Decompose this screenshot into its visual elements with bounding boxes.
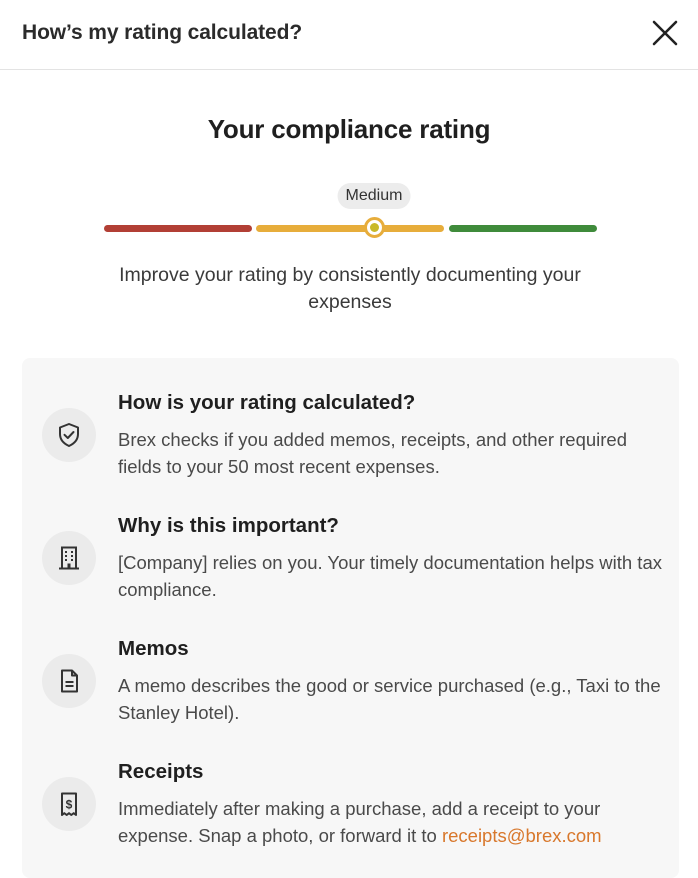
info-icon-wrapper <box>42 654 96 708</box>
document-icon <box>61 669 78 693</box>
info-item-body: Brex checks if you added memos, receipts… <box>118 429 628 477</box>
rating-level-badge: Medium <box>337 183 411 209</box>
building-icon <box>59 546 79 570</box>
modal-title: How’s my rating calculated? <box>22 21 303 44</box>
gauge-segment-low <box>104 225 252 232</box>
info-card: How is your rating calculated? Brex chec… <box>22 358 679 878</box>
info-icon-wrapper: $ <box>42 777 96 831</box>
gauge-segment-medium <box>256 225 444 232</box>
modal-header: How’s my rating calculated? <box>0 0 698 70</box>
info-item-title: Receipts <box>118 760 204 783</box>
shield-check-icon <box>59 423 79 447</box>
info-item-title: How is your rating calculated? <box>118 391 416 414</box>
svg-text:$: $ <box>66 798 73 812</box>
close-button[interactable] <box>650 18 680 48</box>
info-icon-wrapper <box>42 408 96 462</box>
gauge-segment-high <box>449 225 597 232</box>
close-icon <box>652 20 678 46</box>
receipts-email-link[interactable]: receipts@brex.com <box>442 825 602 846</box>
gauge-marker <box>364 217 385 238</box>
rating-message: Improve your rating by consistently docu… <box>119 264 581 313</box>
info-item-body: A memo describes the good or service pur… <box>118 675 661 723</box>
receipt-icon: $ <box>61 792 77 816</box>
info-item-title: Why is this important? <box>118 514 339 537</box>
rating-title: Your compliance rating <box>207 114 491 144</box>
info-icon-wrapper <box>42 531 96 585</box>
info-item-title: Memos <box>118 637 189 660</box>
info-item-body: [Company] relies on you. Your timely doc… <box>118 552 662 600</box>
info-item-body: Immediately after making a purchase, add… <box>118 795 663 849</box>
rating-gauge: Medium <box>0 180 698 250</box>
